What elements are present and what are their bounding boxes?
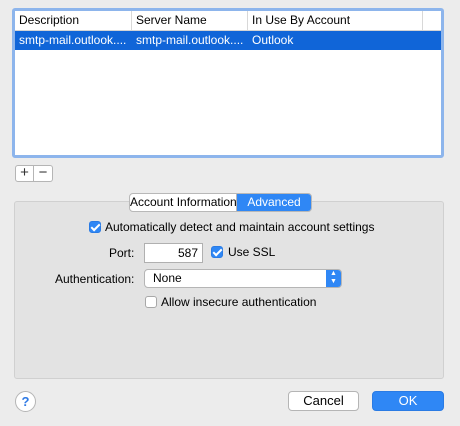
add-server-button[interactable]: +: [15, 165, 34, 182]
authentication-value: None: [153, 271, 182, 285]
port-input[interactable]: 587: [144, 243, 203, 263]
cell-account: Outlook: [252, 33, 294, 47]
allow-insecure-label: Allow insecure authentication: [161, 295, 317, 309]
ok-button[interactable]: OK: [372, 391, 444, 411]
column-header-server-name[interactable]: Server Name: [132, 11, 248, 30]
authentication-select[interactable]: None ▲ ▼: [144, 269, 342, 288]
use-ssl-checkbox[interactable]: [211, 246, 223, 258]
cell-description: smtp-mail.outlook....: [19, 33, 127, 47]
use-ssl-label: Use SSL: [228, 245, 276, 259]
tab-account-information[interactable]: Account Information: [130, 194, 237, 211]
auto-detect-label: Automatically detect and maintain accoun…: [105, 220, 375, 234]
smtp-server-table[interactable]: Description Server Name In Use By Accoun…: [12, 8, 444, 158]
tab-advanced[interactable]: Advanced: [237, 194, 311, 211]
column-header-description[interactable]: Description: [15, 11, 132, 30]
cell-server-name: smtp-mail.outlook....: [136, 33, 244, 47]
table-row[interactable]: smtp-mail.outlook.... smtp-mail.outlook.…: [15, 31, 441, 50]
allow-insecure-checkbox[interactable]: [145, 296, 157, 308]
auto-detect-checkbox[interactable]: [89, 221, 101, 233]
up-down-chevron-icon: ▲ ▼: [326, 270, 341, 287]
authentication-label: Authentication:: [55, 272, 135, 286]
remove-server-button[interactable]: −: [34, 165, 53, 182]
table-header: Description Server Name In Use By Accoun…: [15, 11, 441, 31]
tab-bar: Account Information Advanced: [129, 193, 312, 212]
cancel-button[interactable]: Cancel: [288, 391, 359, 411]
help-button[interactable]: ?: [15, 391, 36, 412]
column-header-in-use-by-account[interactable]: In Use By Account: [248, 11, 423, 30]
port-label: Port:: [109, 246, 135, 260]
